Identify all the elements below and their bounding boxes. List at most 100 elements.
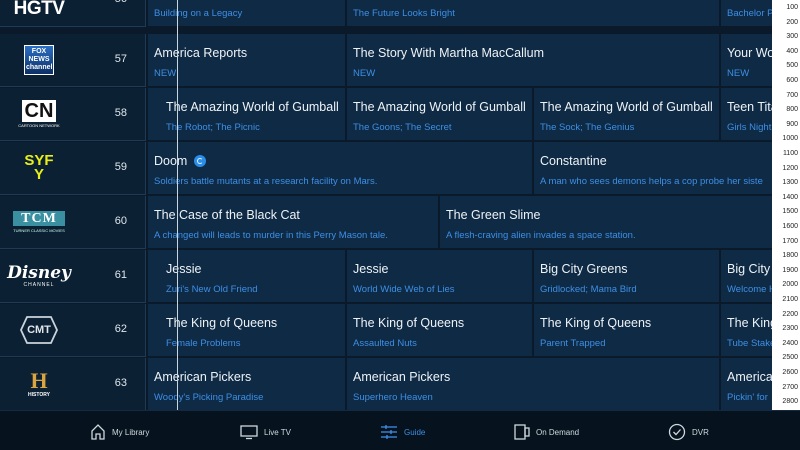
program-cell[interactable]: The Amazing World of Gumball The Goons; …	[347, 88, 533, 141]
scale-tick: 1900	[782, 266, 798, 274]
scale-tick: 2400	[782, 339, 798, 347]
program-title: The Amazing World of Gumball	[540, 100, 713, 114]
scale-tick: 500	[786, 62, 798, 70]
program-subtitle: Soldiers battle mutants at a research fa…	[154, 176, 378, 187]
nav-guide[interactable]: Guide	[380, 421, 425, 443]
cartoon-network-logo-text: CN	[21, 100, 57, 122]
scale-tick: 2500	[782, 354, 798, 362]
program-cell[interactable]: Big City Greens Gridlocked; Mama Bird	[534, 250, 720, 303]
program-subtitle: Assaulted Nuts	[353, 338, 417, 349]
tcm-logo-text: TCM	[13, 211, 65, 226]
channel-number: 62	[114, 323, 127, 335]
scale-tick: 1000	[782, 135, 798, 143]
program-cell[interactable]: The Green Slime A flesh-craving alien in…	[440, 196, 800, 249]
program-subtitle: A flesh-craving alien invades a space st…	[446, 230, 636, 241]
scale-tick: 100	[786, 4, 798, 11]
channel-number: 60	[114, 215, 127, 227]
program-title: Constantine	[540, 154, 607, 168]
program-subtitle: A changed will leads to murder in this P…	[154, 230, 388, 241]
tcm-logo: TCM TURNER CLASSIC MOVIES	[8, 202, 70, 242]
scale-tick: 1500	[782, 208, 798, 216]
program-cell[interactable]: Constantine A man who sees demons helps …	[534, 142, 800, 195]
program-subtitle: The Future Looks Bright	[353, 8, 455, 19]
scale-tick: 2000	[782, 281, 798, 289]
on-demand-icon	[514, 424, 530, 440]
cmt-logo: CMT	[8, 310, 70, 350]
scale-tick: 1400	[782, 193, 798, 201]
tcm-logo-sub: TURNER CLASSIC MOVIES	[13, 228, 65, 233]
channel-cell[interactable]: CN CARTOON NETWORK 58	[0, 88, 146, 141]
channel-cell[interactable]: Disney CHANNEL 61	[0, 250, 146, 303]
channel-number: 58	[114, 107, 127, 119]
program-subtitle: Tube Stake	[727, 338, 776, 349]
channel-cell[interactable]: TCM TURNER CLASSIC MOVIES 60	[0, 196, 146, 249]
program-title: Doom	[154, 154, 188, 168]
channel-row-62: CMT 62 The King of Queens Female Problem…	[0, 304, 800, 358]
cartoon-network-logo: CN CARTOON NETWORK	[8, 94, 70, 134]
scale-tick: 700	[786, 91, 798, 99]
program-cell[interactable]: Doom Soldiers battle mutants at a resear…	[148, 142, 533, 195]
dvr-check-icon	[668, 423, 686, 441]
debug-scale-ruler: 100 200 300 400 500 600 700 800 900 1000 1100 1200 1…	[772, 0, 800, 410]
program-title: The King of Queens	[353, 316, 465, 330]
disney-logo-sub: CHANNEL	[23, 281, 55, 288]
nav-label: DVR	[692, 427, 709, 437]
channel-cell[interactable]: HGTV 56	[0, 0, 146, 27]
nav-label: My Library	[112, 427, 150, 437]
scale-tick: 2200	[782, 310, 798, 318]
scale-tick: 300	[786, 33, 798, 41]
program-cell[interactable]: Jessie World Wide Web of Lies	[347, 250, 533, 303]
program-subtitle: Gridlocked; Mama Bird	[540, 284, 637, 295]
program-cell[interactable]: American Pickers Superhero Heaven	[347, 358, 720, 410]
program-cell[interactable]: The Story With Martha MacCallum NEW	[347, 34, 720, 87]
history-logo-text: H	[30, 368, 48, 393]
channel-row-61: Disney CHANNEL 61 Jessie Zuri's New Old …	[0, 250, 800, 304]
scale-tick: 400	[786, 47, 798, 55]
channel-row-63: H HISTORY 63 American Pickers Woody's Pi…	[0, 358, 800, 410]
scale-tick: 2700	[782, 383, 798, 391]
nav-label: Guide	[404, 427, 426, 437]
program-cell[interactable]: The King of Queens Assaulted Nuts	[347, 304, 533, 357]
program-subtitle: Superhero Heaven	[353, 392, 433, 403]
program-title: The King of Queens	[540, 316, 652, 330]
program-title: Big City Greens	[540, 262, 628, 276]
channel-row-56: HGTV 56 Building on a Legacy The Future …	[0, 0, 800, 28]
program-title: The Amazing World of Gumball	[166, 100, 339, 114]
program-cell[interactable]: The King of Queens Parent Trapped	[534, 304, 720, 357]
scale-tick: 2800	[782, 398, 798, 406]
scale-tick: 2300	[782, 325, 798, 333]
channel-cell[interactable]: SYFY 59	[0, 142, 146, 195]
nav-live-tv[interactable]: Live TV	[240, 421, 291, 443]
current-time-line	[177, 0, 178, 410]
series-recording-icon	[194, 155, 207, 167]
channel-row-60: TCM TURNER CLASSIC MOVIES 60 The Case of…	[0, 196, 800, 250]
program-title: American Pickers	[353, 370, 451, 384]
scale-tick: 1700	[782, 237, 798, 245]
disney-channel-logo: Disney CHANNEL	[7, 256, 71, 296]
program-cell[interactable]: The Case of the Black Cat A changed will…	[148, 196, 439, 249]
channel-cell[interactable]: H HISTORY 63	[0, 358, 146, 410]
nav-on-demand[interactable]: On Demand	[514, 421, 579, 443]
program-cell[interactable]: The Amazing World of Gumball The Sock; T…	[534, 88, 720, 141]
program-subtitle: Girls Night	[727, 122, 772, 133]
program-subtitle: Woody's Picking Paradise	[154, 392, 264, 403]
disney-logo-text: Disney	[7, 262, 71, 283]
program-title: Jessie	[166, 262, 202, 276]
program-subtitle: Bachelor Pa	[727, 8, 779, 19]
channel-row-59: SYFY 59 Doom Soldiers battle mutants at …	[0, 142, 800, 196]
program-subtitle: Zuri's New Old Friend	[166, 284, 258, 295]
scale-tick: 800	[786, 106, 798, 114]
bottom-navigation-bar: My Library Live TV Guide On Demand DVR	[0, 410, 800, 450]
program-cell[interactable]: The Future Looks Bright	[347, 0, 720, 27]
program-subtitle: NEW	[727, 68, 750, 79]
program-subtitle: A man who sees demons helps a cop probe …	[540, 176, 763, 187]
channel-cell[interactable]: FOX NEWS channel 57	[0, 34, 146, 87]
scale-tick: 1600	[782, 223, 798, 230]
history-logo-sub: HISTORY	[28, 392, 50, 398]
channel-cell[interactable]: CMT 62	[0, 304, 146, 357]
nav-label: Live TV	[264, 427, 291, 437]
fox-news-logo-text: FOX NEWS channel	[26, 48, 52, 71]
nav-dvr[interactable]: DVR	[668, 421, 709, 443]
nav-my-library[interactable]: My Library	[90, 421, 149, 443]
program-title: America Reports	[154, 46, 248, 60]
